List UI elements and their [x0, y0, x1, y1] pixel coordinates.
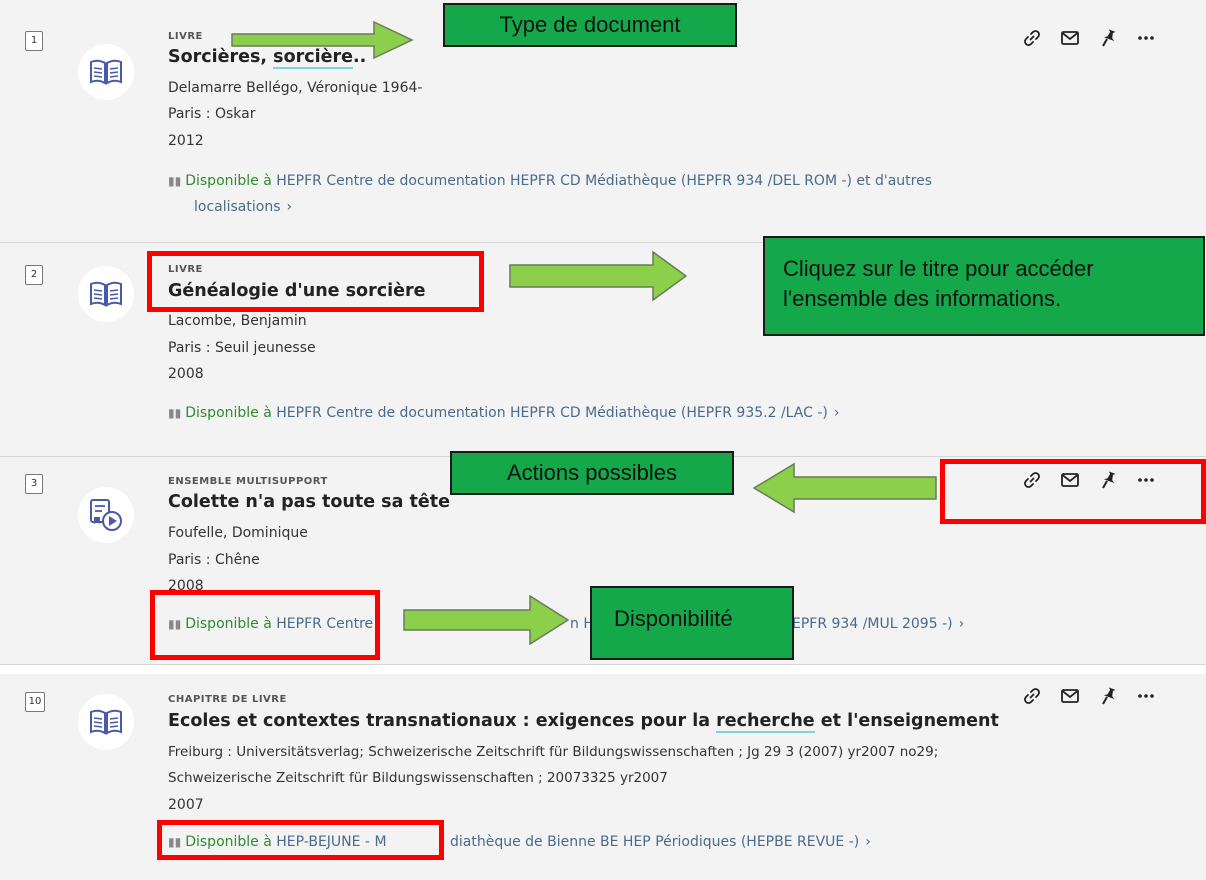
book-icon[interactable]: [78, 694, 134, 750]
availability-location: HEPFR Centre de documentation HEPFR CD M…: [276, 173, 933, 189]
annotation-text: Type de document: [499, 12, 681, 37]
highlight-availability-box: [157, 820, 444, 860]
publisher: Paris : Oskar: [168, 106, 256, 122]
divider: [0, 664, 1206, 665]
highlight-title-box: [147, 251, 484, 312]
availability-status: Disponible à: [185, 405, 272, 421]
arrow-right-annotation: [403, 594, 570, 646]
source-details: Schweizerische Zeitschrift für Bildungsw…: [168, 770, 668, 786]
pushpin-icon[interactable]: [1089, 26, 1127, 50]
link-icon[interactable]: [1013, 684, 1051, 708]
author: Lacombe, Benjamin: [168, 313, 307, 329]
author: Foufelle, Dominique: [168, 525, 308, 541]
annotation-availability: Disponibilité: [590, 586, 794, 660]
chevron-right-icon: ›: [833, 405, 840, 421]
year: 2012: [168, 133, 204, 149]
annotation-text: Disponibilité: [614, 606, 733, 631]
result-title[interactable]: Ecoles et contextes transnationaux : exi…: [168, 711, 999, 733]
availability-location: HEPFR Centre de documentation HEPFR CD M…: [276, 405, 828, 421]
ellipsis-icon[interactable]: [1127, 26, 1165, 50]
arrow-right-annotation: [231, 20, 414, 60]
publisher: Paris : Seuil jeunesse: [168, 340, 316, 356]
title-text[interactable]: Ecoles et contextes transnationaux : exi…: [168, 711, 716, 731]
arrow-right-annotation: [509, 250, 688, 302]
envelope-icon[interactable]: [1051, 26, 1089, 50]
ellipsis-icon[interactable]: [1127, 684, 1165, 708]
annotation-text: Cliquez sur le titre pour accéder: [783, 256, 1094, 281]
book-icon[interactable]: [78, 266, 134, 322]
result-number: 2: [25, 265, 43, 285]
book-icon[interactable]: [78, 44, 134, 100]
title-text[interactable]: et l'enseignement: [815, 711, 999, 731]
annotation-actions: Actions possibles: [450, 451, 734, 495]
result-number: 10: [25, 692, 45, 712]
pushpin-icon[interactable]: [1089, 684, 1127, 708]
multimedia-icon[interactable]: [78, 487, 134, 543]
availability-location: localisations: [194, 199, 281, 215]
annotation-type-document: Type de document: [443, 3, 737, 47]
arrow-left-annotation: [752, 462, 937, 514]
document-type: LIVRE: [168, 31, 203, 42]
document-type: ENSEMBLE MULTISUPPORT: [168, 476, 328, 487]
highlight-availability-box: [150, 590, 380, 660]
annotation-text: Actions possibles: [507, 460, 677, 485]
availability-location-tail[interactable]: EPFR 934 /MUL 2095 -) ›: [792, 616, 964, 632]
library-icon: ▮▮: [168, 174, 182, 188]
availability-location: EPFR 934 /MUL 2095 -): [792, 616, 953, 632]
action-bar: [1013, 684, 1165, 708]
result-number: 1: [25, 31, 43, 51]
year: 2007: [168, 797, 204, 813]
highlight-actions-box: [940, 459, 1206, 524]
chevron-right-icon: ›: [286, 199, 293, 215]
link-icon[interactable]: [1013, 26, 1051, 50]
result-number: 3: [25, 474, 43, 494]
chevron-right-icon: ›: [958, 616, 965, 632]
availability-link[interactable]: ▮▮ Disponible à HEPFR Centre de documenta…: [168, 405, 839, 421]
availability-more[interactable]: localisations ›: [194, 199, 292, 215]
envelope-icon[interactable]: [1051, 684, 1089, 708]
result-title[interactable]: Colette n'a pas toute sa tête: [168, 492, 450, 512]
availability-link[interactable]: ▮▮ Disponible à HEPFR Centre de documenta…: [168, 173, 932, 189]
action-bar: [1013, 26, 1165, 50]
library-icon: ▮▮: [168, 406, 182, 420]
source-details: Freiburg : Universitätsverlag; Schweizer…: [168, 744, 939, 760]
availability-location: diathèque de Bienne BE HEP Périodiques (…: [450, 834, 860, 850]
annotation-click-title: Cliquez sur le titre pour accéder l'ense…: [763, 236, 1205, 336]
chevron-right-icon: ›: [865, 834, 871, 850]
publisher: Paris : Chêne: [168, 552, 260, 568]
year: 2008: [168, 366, 204, 382]
availability-location-tail[interactable]: diathèque de Bienne BE HEP Périodiques (…: [450, 834, 871, 850]
document-type: CHAPITRE DE LIVRE: [168, 694, 287, 705]
author: Delamarre Bellégo, Véronique 1964-: [168, 80, 423, 96]
title-highlight[interactable]: recherche: [716, 711, 815, 733]
availability-status: Disponible à: [185, 173, 272, 189]
annotation-text: l'ensemble des informations.: [783, 286, 1062, 311]
